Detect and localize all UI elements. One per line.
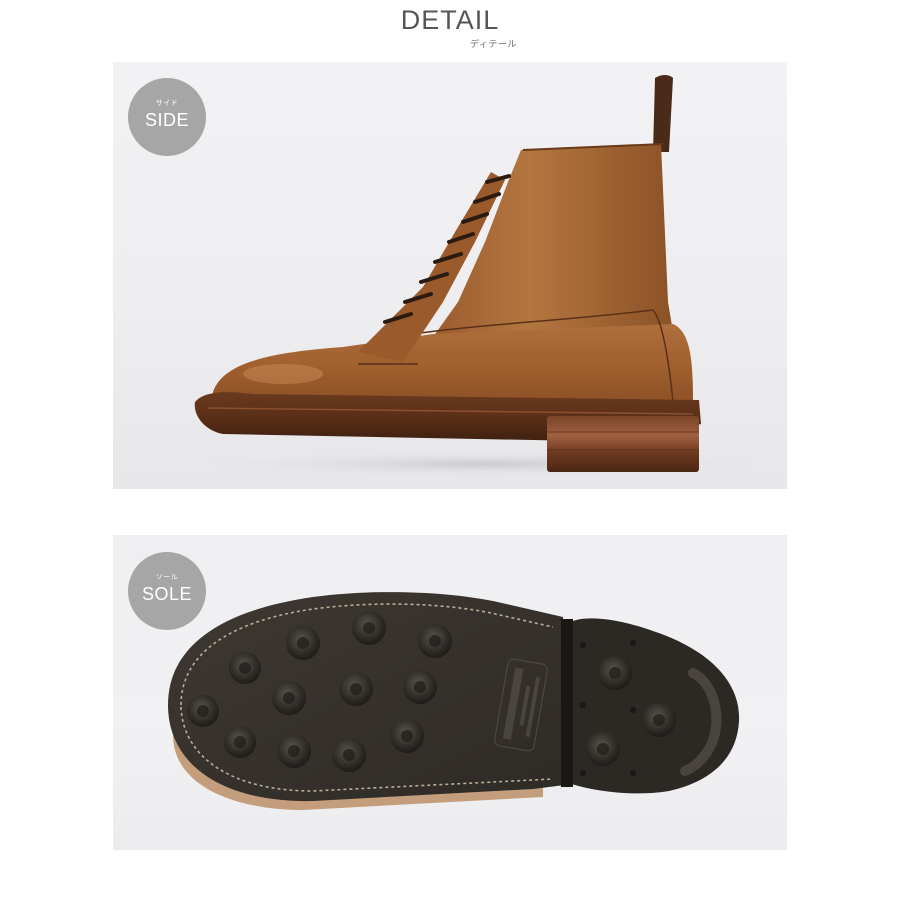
sole-badge-katakana: ソール — [155, 574, 179, 581]
side-view-panel: サイド SIDE — [113, 62, 787, 489]
sole-badge: ソール SOLE — [128, 552, 206, 630]
page-subtitle: ディテール — [470, 39, 517, 49]
sole-badge-label: SOLE — [141, 584, 193, 604]
side-badge-katakana: サイド — [155, 100, 179, 107]
side-badge-label: SIDE — [144, 110, 189, 130]
side-badge: サイド SIDE — [128, 78, 206, 156]
page-header: DETAIL ディテール — [0, 4, 900, 54]
sole-view-panel: ソール SOLE — [113, 535, 787, 850]
page-title: DETAIL — [400, 5, 500, 35]
boot-sole-photo — [168, 592, 740, 810]
boot-side-photo — [183, 75, 783, 478]
